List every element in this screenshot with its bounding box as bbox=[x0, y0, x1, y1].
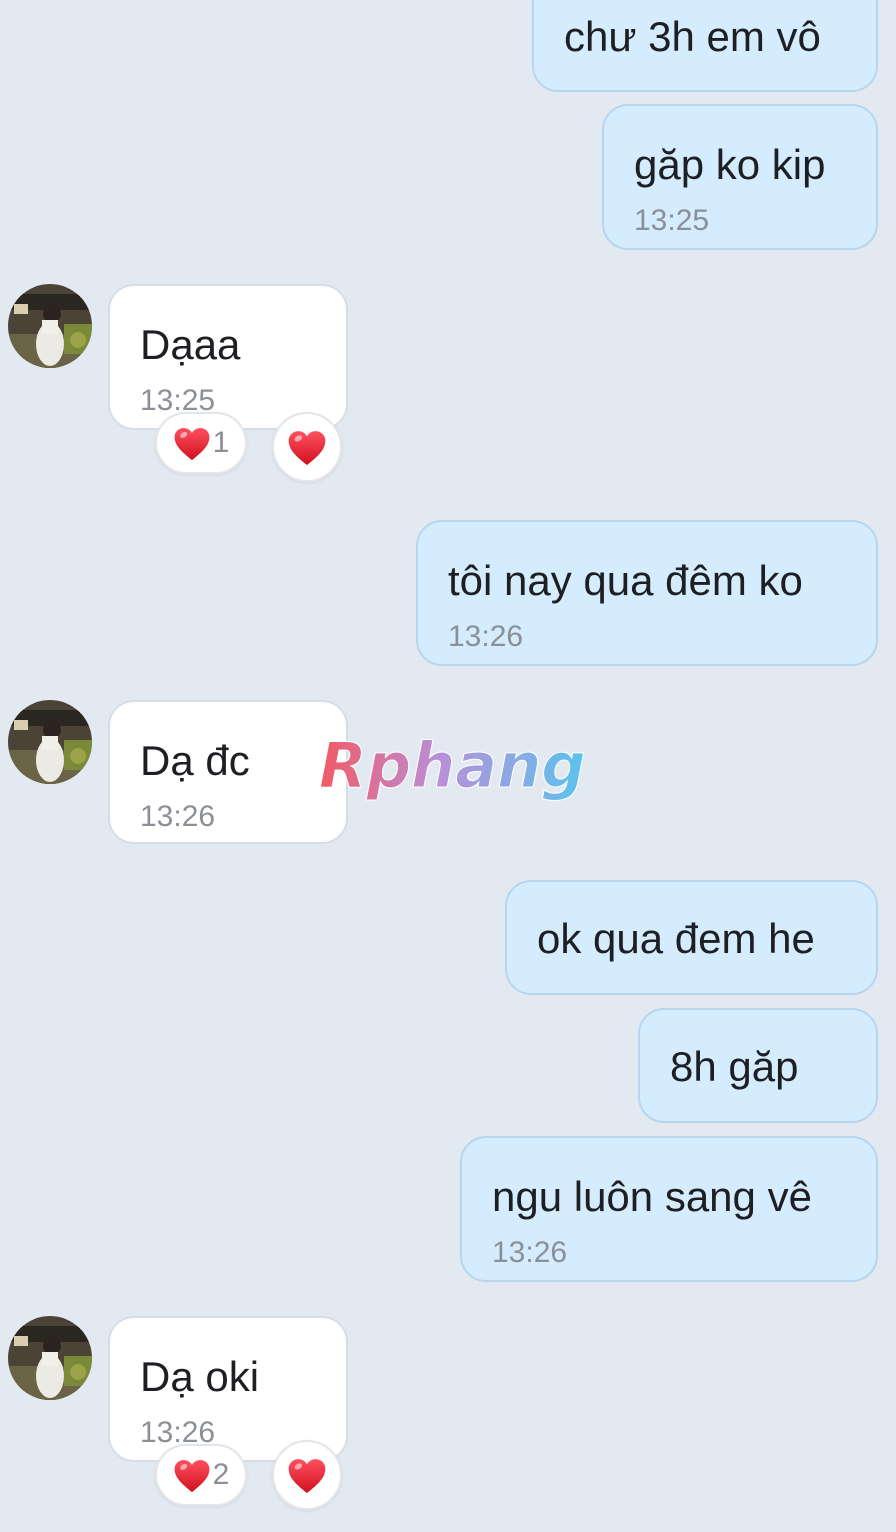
message-bubble-sent[interactable]: găp ko kip 13:25 bbox=[602, 104, 878, 250]
message-text: Dạaa bbox=[140, 321, 241, 368]
message-text: 8h găp bbox=[670, 1043, 799, 1090]
reaction-count: 2 bbox=[212, 1458, 230, 1491]
add-reaction-button[interactable] bbox=[272, 412, 342, 482]
message-bubble-sent[interactable]: tôi nay qua đêm ko 13:26 bbox=[416, 520, 878, 666]
message-text: Dạ đc bbox=[140, 737, 250, 784]
message-timestamp: 13:25 bbox=[634, 204, 710, 237]
message-bubble-sent[interactable]: ok qua đem he bbox=[505, 880, 878, 995]
message-text: ngu luôn sang vê bbox=[492, 1173, 812, 1220]
reaction-count-badge[interactable]: 1 bbox=[155, 412, 247, 474]
watermark-text: Rphang bbox=[319, 729, 585, 802]
message-text: Dạ oki bbox=[140, 1353, 260, 1400]
heart-icon bbox=[287, 429, 327, 466]
heart-icon bbox=[173, 1458, 211, 1493]
message-text: găp ko kip bbox=[634, 141, 826, 188]
message-bubble-sent[interactable]: 8h găp bbox=[638, 1008, 878, 1123]
message-bubble-sent[interactable]: chư 3h em vô bbox=[532, 0, 878, 92]
message-timestamp: 13:26 bbox=[492, 1236, 568, 1269]
message-bubble-sent[interactable]: ngu luôn sang vê 13:26 bbox=[460, 1136, 878, 1282]
contact-avatar[interactable] bbox=[8, 284, 92, 368]
message-timestamp: 13:26 bbox=[140, 800, 216, 833]
heart-icon bbox=[173, 426, 211, 461]
watermark-logo: Rphang bbox=[319, 729, 586, 803]
contact-avatar[interactable] bbox=[8, 700, 92, 784]
heart-icon bbox=[287, 1457, 327, 1494]
message-text: ok qua đem he bbox=[537, 915, 815, 962]
message-bubble-received[interactable]: Dạ đc 13:26 bbox=[108, 700, 348, 844]
reaction-count-badge[interactable]: 2 bbox=[155, 1444, 247, 1506]
message-text: tôi nay qua đêm ko bbox=[448, 557, 803, 604]
message-bubble-received[interactable]: Dạaa 13:25 bbox=[108, 284, 348, 430]
add-reaction-button[interactable] bbox=[272, 1440, 342, 1510]
contact-avatar[interactable] bbox=[8, 1316, 92, 1400]
message-text: chư 3h em vô bbox=[564, 13, 821, 60]
reaction-count: 1 bbox=[212, 426, 230, 459]
message-timestamp: 13:26 bbox=[448, 620, 524, 653]
